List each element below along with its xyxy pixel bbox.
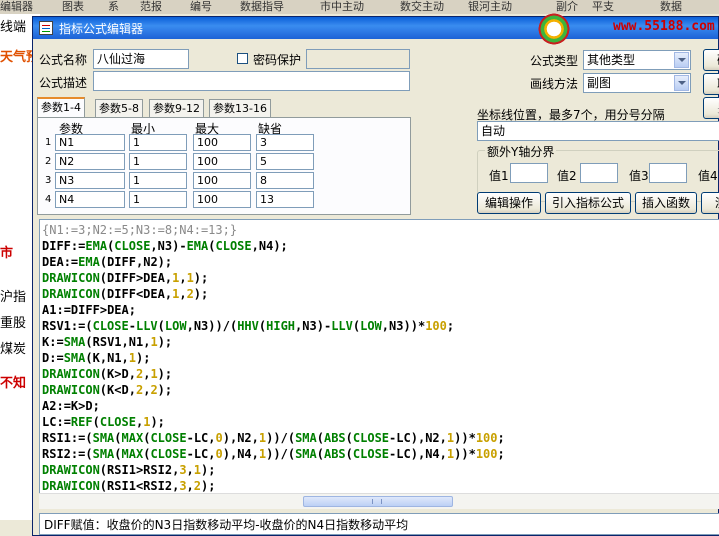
param-min-input[interactable]: 1 [129,191,187,208]
formula-type-select[interactable]: 其他类型 [583,50,691,70]
param-row-number: 2 [45,156,52,167]
tab-params-1-4[interactable]: 参数1-4 [37,97,85,118]
code-line: K:=SMA(RSV1,N1,1); [42,335,173,349]
code-line: DIFF:=EMA(CLOSE,N3)-EMA(CLOSE,N4); [42,239,288,253]
param-row-number: 3 [45,175,52,186]
app-icon [39,21,53,35]
password-input[interactable] [306,49,410,69]
insert-function-button[interactable]: 插入函数 [635,192,697,214]
code-line: {N1:=3;N2:=5;N3:=8;N4:=13;} [42,223,238,237]
chevron-down-icon[interactable] [674,75,689,91]
save-as-button[interactable]: 另 [703,97,719,119]
code-line: A1:=DIFF>DEA; [42,303,136,317]
y-axis-title: 额外Y轴分界 [485,143,557,160]
param-name-input[interactable]: N1 [55,134,125,151]
code-line: DRAWICON(K>D,2,1); [42,367,173,381]
param-name-input[interactable]: N3 [55,172,125,189]
bg-menu-item[interactable]: 银河主动 [468,0,512,14]
watermark-logo-icon [536,11,572,47]
status-description: DIFF赋值：收盘价的N3日指数移动平均-收盘价的N4日指数移动平均 [39,513,719,535]
param-max-input[interactable]: 100 [193,191,251,208]
dialog-title: 指标公式编辑器 [59,22,144,36]
bg-menu-item[interactable]: 数据指导 [240,0,284,14]
code-line: RSI2:=(SMA(MAX(CLOSE-LC,0),N4,1))/(SMA(A… [42,447,505,461]
param-max-input[interactable]: 100 [193,172,251,189]
param-name-input[interactable]: N4 [55,191,125,208]
formula-name-label: 公式名称 [39,53,88,67]
code-line: DEA:=EMA(DIFF,N2); [42,255,173,269]
param-row-number: 1 [45,137,52,148]
coord-input[interactable]: 自动 [477,121,719,141]
bg-left-item: 市 [0,246,14,261]
formula-type-value: 其他类型 [587,53,636,67]
cancel-button[interactable]: 取 [703,73,719,95]
bg-menu-item[interactable]: 编辑器 [0,0,33,14]
draw-method-label: 画线方法 [530,77,579,91]
formula-desc-input[interactable] [93,71,410,91]
bg-left-item: 煤炭 [0,342,27,357]
chevron-down-icon[interactable] [674,52,689,68]
tab-params-13-16[interactable]: 参数13-16 [209,99,271,117]
param-default-input[interactable]: 3 [256,134,314,151]
background-menubar: 编辑器 图表 系 范报 编号 数据指导 市中主动 数交主动 银河主动 副介 平支… [0,0,719,14]
password-checkbox[interactable] [237,53,248,64]
formula-type-label: 公式类型 [530,54,579,68]
tab-params-5-8[interactable]: 参数5-8 [95,99,143,117]
y-value-1-label: 值1 [489,169,509,183]
y-value-3-label: 值3 [629,169,649,183]
code-line: LC:=REF(CLOSE,1); [42,415,165,429]
param-min-input[interactable]: 1 [129,172,187,189]
param-max-input[interactable]: 100 [193,134,251,151]
bg-menu-item[interactable]: 数交主动 [400,0,444,14]
bg-left-item: 线端 [0,20,27,35]
param-min-input[interactable]: 1 [129,153,187,170]
bg-left-item: 不知 [0,376,27,391]
code-line: D:=SMA(K,N1,1); [42,351,151,365]
param-default-input[interactable]: 13 [256,191,314,208]
code-line: RSI1:=(SMA(MAX(CLOSE-LC,0),N2,1))/(SMA(A… [42,431,505,445]
draw-method-select[interactable]: 副图 [583,73,691,93]
bg-menu-item[interactable]: 系 [108,0,119,14]
edit-operation-button[interactable]: 编辑操作 [477,192,541,214]
bg-menu-item[interactable]: 编号 [190,0,212,14]
code-line: DRAWICON(DIFF>DEA,1,1); [42,271,209,285]
bg-menu-item[interactable]: 平支 [592,0,614,14]
y-value-4-label: 值4 [698,169,718,183]
scrollbar-thumb[interactable] [303,496,453,507]
watermark-url: www.55188.com [613,19,715,34]
y-value-2-label: 值2 [557,169,577,183]
code-line: A2:=K>D; [42,399,100,413]
code-line: DRAWICON(DIFF<DEA,1,2); [42,287,209,301]
code-line: DRAWICON(RSI1>RSI2,3,1); [42,463,216,477]
y-value-2-input[interactable] [580,163,618,183]
formula-editor-dialog: 指标公式编辑器 www.55188.com 公式名称 八仙过海 密码保护 公式类… [32,11,719,536]
bg-left-item: 重股 [0,316,27,331]
ok-button[interactable]: 确 [703,49,719,71]
bg-menu-item[interactable]: 数据 [660,0,682,14]
code-line: RSV1:=(CLOSE-LLV(LOW,N3))/(HHV(HIGH,N3)-… [42,319,455,333]
test-button[interactable]: 测 [701,192,719,214]
param-default-input[interactable]: 5 [256,153,314,170]
code-editor[interactable]: {N1:=3;N2:=5;N3:=8;N4:=13;} DIFF:=EMA(CLO… [39,219,719,509]
param-name-input[interactable]: N2 [55,153,125,170]
password-label: 密码保护 [253,53,302,67]
bg-menu-item[interactable]: 范报 [140,0,162,14]
code-line: DRAWICON(K<D,2,2); [42,383,173,397]
tab-params-9-12[interactable]: 参数9-12 [149,99,204,117]
param-min-input[interactable]: 1 [129,134,187,151]
formula-desc-label: 公式描述 [39,76,88,90]
param-row-number: 4 [45,194,52,205]
y-value-1-input[interactable] [510,163,548,183]
title-bar[interactable]: 指标公式编辑器 www.55188.com [33,11,718,47]
param-max-input[interactable]: 100 [193,153,251,170]
bg-menu-item[interactable]: 市中主动 [320,0,364,14]
y-value-3-input[interactable] [649,163,687,183]
param-default-input[interactable]: 8 [256,172,314,189]
formula-name-input[interactable]: 八仙过海 [93,49,189,69]
bg-left-item: 沪指 [0,290,27,305]
import-formula-button[interactable]: 引入指标公式 [545,192,631,214]
bg-menu-item[interactable]: 图表 [62,0,84,14]
draw-method-value: 副图 [587,76,612,90]
code-line: DRAWICON(RSI1<RSI2,3,2); [42,479,216,493]
